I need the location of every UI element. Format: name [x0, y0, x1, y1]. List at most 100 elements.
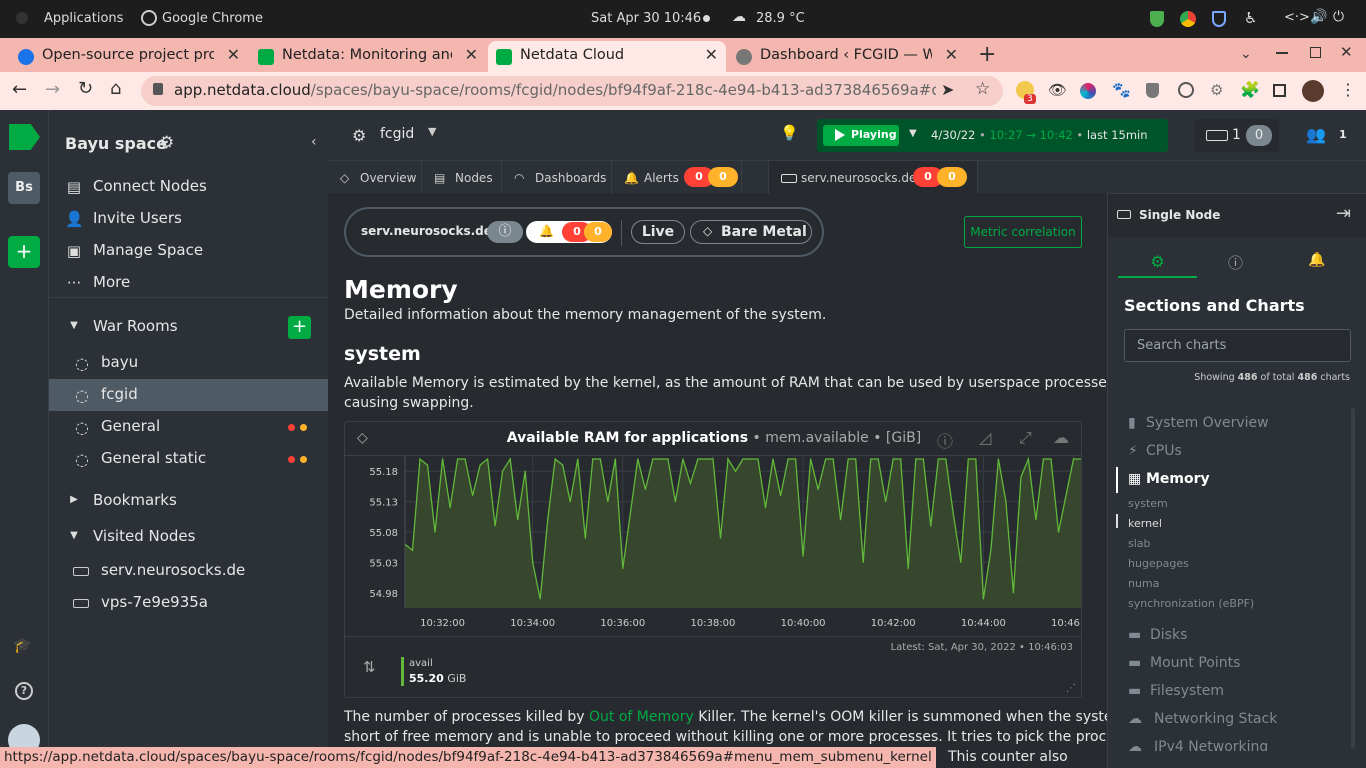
weather-temp[interactable]: 28.9 °C: [756, 11, 805, 26]
section-ipv4-networking[interactable]: ☁ IPv4 Networking: [1128, 739, 1268, 751]
memory-sub-slab[interactable]: slab: [1128, 537, 1151, 550]
sidebar-invite-users[interactable]: 👤 Invite Users: [49, 203, 328, 235]
privacy-extension-icon[interactable]: [1146, 83, 1159, 98]
tab-search-chevron-icon[interactable]: ⌄: [1240, 46, 1252, 62]
room-general-static[interactable]: ◌ General static: [49, 443, 328, 475]
metric-correlation-button[interactable]: Metric correlation: [964, 216, 1082, 248]
room-settings-icon[interactable]: ⚙: [352, 126, 366, 145]
node-alerts-badge[interactable]: 🔔 0 0: [526, 221, 612, 243]
tab-node[interactable]: serv.neurosocks.de 0 0: [768, 161, 978, 194]
active-app-label[interactable]: Google Chrome: [162, 11, 263, 26]
chart-type-icon[interactable]: ◿: [979, 428, 991, 447]
time-picker[interactable]: Playing ▼ 4/30/22 • 10:27 → 10:42 • last…: [817, 119, 1168, 152]
accessibility-icon[interactable]: ♿: [1244, 9, 1257, 27]
tab-open-source[interactable]: Open-source project proje ✕: [10, 41, 248, 72]
bookmark-star-icon[interactable]: ☆: [975, 79, 990, 99]
network-icon[interactable]: <·>: [1284, 10, 1310, 25]
charts-tab-icon[interactable]: ⚙: [1118, 252, 1197, 278]
tab-netdata-monitoring[interactable]: Netdata: Monitoring and t ✕: [250, 41, 486, 72]
playing-dropdown-icon[interactable]: ▼: [909, 128, 917, 139]
bookmarks-toggle[interactable]: ▶ Bookmarks: [49, 485, 328, 517]
learn-cap-icon[interactable]: 🎓: [13, 636, 32, 654]
speed-extension-icon[interactable]: [1178, 82, 1194, 98]
memory-sub-numa[interactable]: numa: [1128, 577, 1159, 590]
fullscreen-icon[interactable]: ⤢: [1019, 428, 1032, 448]
forward-icon[interactable]: →: [45, 79, 60, 100]
sidebar-connect-nodes[interactable]: ▤ Connect Nodes: [49, 171, 328, 203]
netdata-logo-icon[interactable]: [9, 124, 40, 150]
memory-sub-sync-ebpf[interactable]: synchronization (eBPF): [1128, 597, 1254, 610]
collapse-panel-icon[interactable]: ⇥: [1336, 203, 1351, 224]
tab-alerts[interactable]: 🔔 Alerts 0 0: [612, 161, 742, 194]
profile-avatar[interactable]: [1302, 80, 1324, 102]
url-field[interactable]: app.netdata.cloud/spaces/bayu-space/room…: [141, 76, 1003, 106]
help-icon[interactable]: ?: [15, 682, 33, 700]
space-settings-gear-icon[interactable]: ⚙: [159, 133, 174, 153]
send-icon[interactable]: ➤: [941, 80, 954, 99]
shield-tray-icon[interactable]: [1150, 11, 1164, 27]
legend-name[interactable]: avail: [409, 658, 433, 669]
new-tab-plus-icon[interactable]: +: [978, 42, 996, 67]
reload-icon[interactable]: ↻: [78, 78, 93, 99]
visited-node-serv[interactable]: serv.neurosocks.de: [49, 555, 328, 587]
sort-icon[interactable]: ⇅: [363, 658, 376, 676]
section-system-overview[interactable]: ▮ System Overview: [1128, 415, 1269, 431]
chart-cloud-icon[interactable]: ☁: [1053, 428, 1069, 447]
memory-sub-kernel[interactable]: kernel: [1128, 517, 1162, 530]
activities-icon[interactable]: [16, 12, 28, 24]
chart-info-icon[interactable]: ⓘ: [937, 428, 953, 452]
room-chevron-down-icon[interactable]: ▼: [428, 125, 436, 138]
power-icon[interactable]: ⏻: [1333, 9, 1344, 25]
war-rooms-toggle[interactable]: ▼ War Rooms: [49, 311, 328, 343]
section-memory[interactable]: ▦ Memory: [1128, 471, 1210, 487]
resize-handle-icon[interactable]: ⋰: [1066, 683, 1076, 694]
close-icon[interactable]: ✕: [465, 45, 478, 64]
nodes-status[interactable]: 1 0: [1194, 119, 1279, 152]
close-icon[interactable]: ✕: [945, 45, 958, 64]
section-disks[interactable]: ▬ Disks: [1128, 627, 1187, 643]
vpn-tray-icon[interactable]: [1212, 11, 1226, 27]
memory-sub-system[interactable]: system: [1128, 497, 1168, 510]
close-icon[interactable]: ✕: [227, 45, 240, 64]
tab-dashboards[interactable]: ◠ Dashboards: [502, 161, 612, 194]
add-space-button[interactable]: +: [8, 236, 40, 268]
gear-extension-icon[interactable]: ⚙: [1210, 81, 1223, 99]
space-name[interactable]: Bayu space: [65, 134, 167, 153]
side-panel-icon[interactable]: [1273, 84, 1286, 97]
oom-link[interactable]: Out of Memory: [589, 709, 694, 725]
section-cpus[interactable]: ⚡ CPUs: [1128, 443, 1182, 459]
maximize-icon[interactable]: [1310, 47, 1321, 58]
sidebar-more[interactable]: ··· More: [49, 267, 328, 299]
section-networking-stack[interactable]: ☁ Networking Stack: [1128, 711, 1277, 727]
kebab-menu-icon[interactable]: ⋮: [1340, 80, 1356, 99]
clock[interactable]: Sat Apr 30 10:46: [591, 11, 701, 26]
visited-nodes-toggle[interactable]: ▼ Visited Nodes: [49, 521, 328, 553]
chart-plot[interactable]: 55.18 55.13 55.08 55.03 54.98 10:32:00 10:34:0…: [345, 456, 1081, 636]
users-icon[interactable]: 👥: [1306, 125, 1326, 144]
search-charts-input[interactable]: Search charts: [1124, 329, 1351, 362]
info-tab-icon[interactable]: ⓘ: [1228, 252, 1243, 273]
collapse-sidebar-icon[interactable]: ‹: [311, 134, 317, 150]
memory-sub-hugepages[interactable]: hugepages: [1128, 557, 1189, 570]
room-bayu[interactable]: ◌ bayu: [49, 347, 328, 379]
section-filesystem[interactable]: ▬ Filesystem: [1128, 683, 1224, 699]
chrome-tray-icon[interactable]: [1180, 11, 1196, 27]
back-icon[interactable]: ←: [12, 79, 27, 100]
applications-menu[interactable]: Applications: [44, 11, 123, 26]
lock-icon[interactable]: [153, 83, 163, 95]
close-icon[interactable]: ✕: [705, 45, 718, 64]
section-mount-points[interactable]: ▬ Mount Points: [1128, 655, 1240, 671]
add-room-button[interactable]: +: [288, 316, 311, 339]
visited-node-vps[interactable]: vps-7e9e935a: [49, 587, 328, 619]
gnome-extension-icon[interactable]: 🐾: [1112, 81, 1131, 99]
tab-dashboard-fcgid[interactable]: Dashboard ‹ FCGID — Wor ✕: [728, 41, 966, 72]
space-avatar[interactable]: Bs: [8, 172, 40, 204]
window-close-icon[interactable]: ✕: [1340, 43, 1353, 61]
sidebar-manage-space[interactable]: ▣ Manage Space: [49, 235, 328, 267]
tab-netdata-cloud[interactable]: Netdata Cloud ✕: [488, 41, 726, 72]
color-extension-icon[interactable]: [1080, 83, 1096, 99]
lightbulb-icon[interactable]: 💡: [780, 124, 799, 142]
node-info-icon[interactable]: ⓘ: [487, 221, 523, 243]
volume-icon[interactable]: 🔊: [1310, 9, 1327, 25]
playing-button[interactable]: Playing: [823, 125, 899, 146]
